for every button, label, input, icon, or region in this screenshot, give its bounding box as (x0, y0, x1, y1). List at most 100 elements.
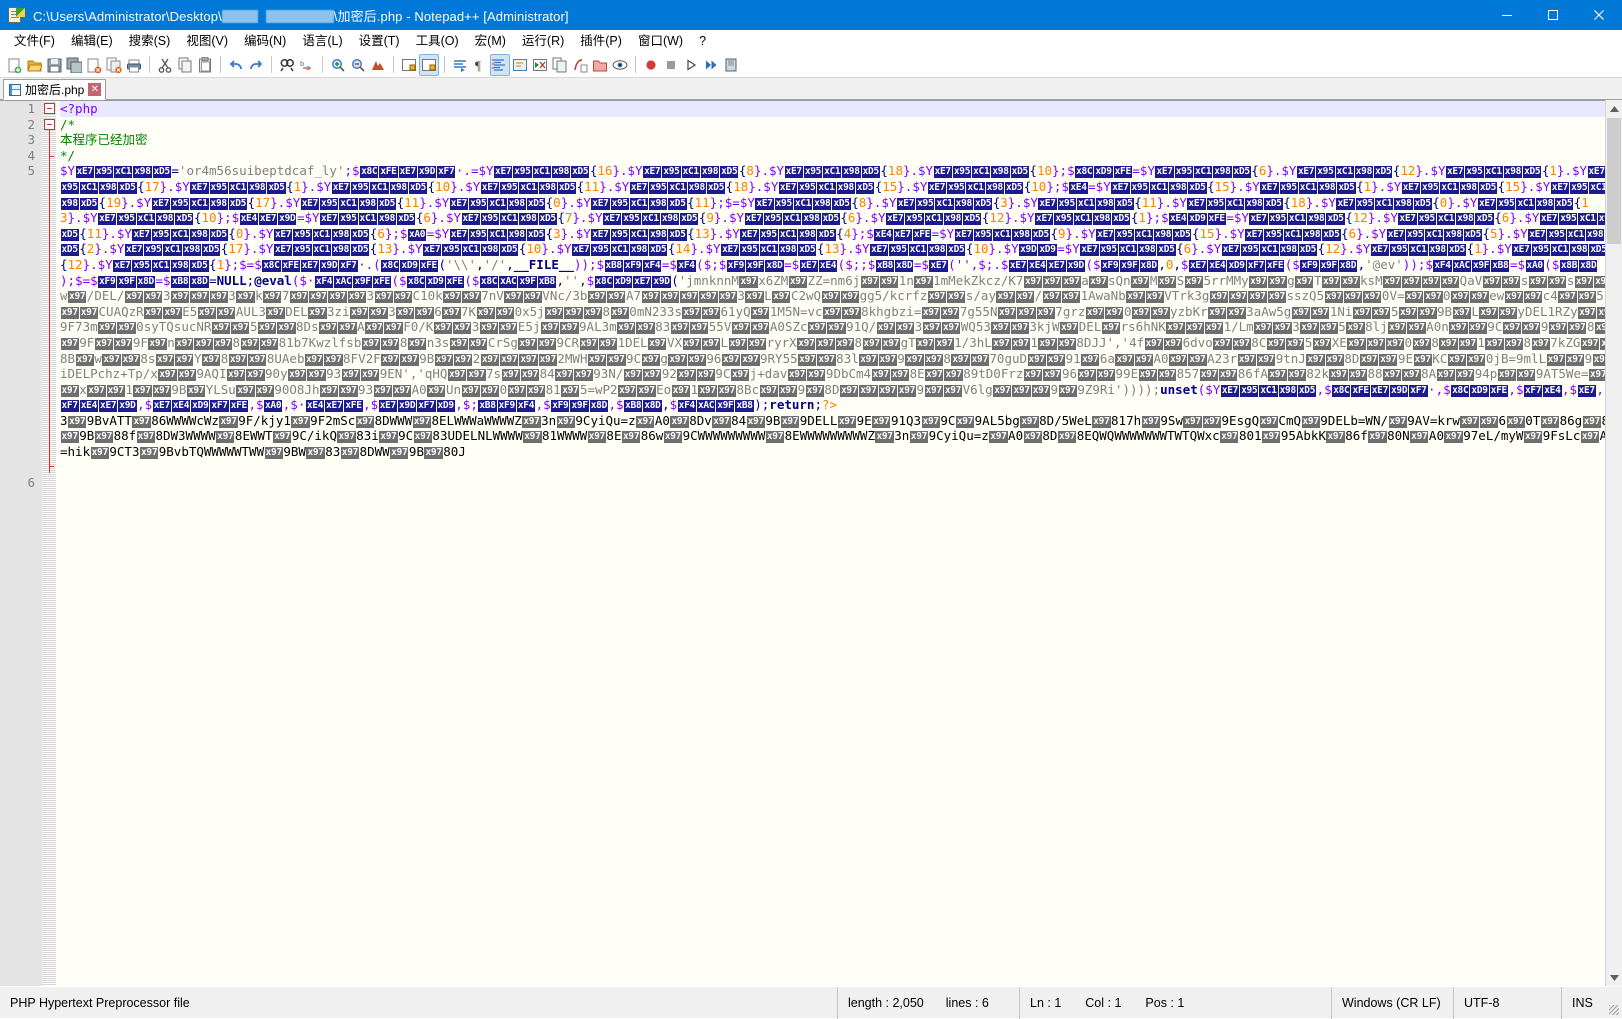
menu-help[interactable]: ? (691, 31, 714, 51)
control-char-box: x97 (413, 416, 431, 428)
control-char-box: x97 (1320, 322, 1338, 334)
zoom-in-icon[interactable] (328, 54, 348, 76)
replace-icon[interactable]: ba (297, 54, 317, 76)
close-file-icon[interactable] (84, 54, 104, 76)
vertical-scrollbar[interactable] (1605, 100, 1622, 986)
close-button[interactable] (1576, 0, 1622, 30)
user-language-icon[interactable] (530, 54, 550, 76)
status-eol-format[interactable]: Windows (CR LF) (1332, 987, 1454, 1019)
find-icon[interactable] (277, 54, 297, 76)
control-char-box: x97 (390, 447, 408, 459)
control-char-box: x97 (95, 338, 113, 350)
control-char-box: xD9 (1470, 385, 1488, 397)
play-macro-icon[interactable] (681, 54, 701, 76)
menu-edit[interactable]: 编辑(E) (63, 31, 121, 51)
code-token: 19 (106, 195, 121, 210)
status-document-type: PHP Hypertext Preprocessor file (0, 987, 838, 1019)
menu-run[interactable]: 运行(R) (514, 31, 572, 51)
doc-map-icon[interactable] (550, 54, 570, 76)
code-line[interactable]: <?php (60, 101, 1622, 117)
record-macro-icon[interactable] (641, 54, 661, 76)
paste-icon[interactable] (195, 54, 215, 76)
zoom-out-icon[interactable] (348, 54, 368, 76)
new-file-icon[interactable] (4, 54, 24, 76)
cut-icon[interactable] (155, 54, 175, 76)
control-char-box: x97 (941, 307, 959, 319)
code-token: }.$Y (989, 241, 1019, 256)
scrollbar-thumb[interactable] (1607, 118, 1621, 244)
code-token: }.$Y (68, 210, 98, 225)
show-all-chars-icon[interactable] (450, 54, 470, 76)
undo-icon[interactable] (226, 54, 246, 76)
print-icon[interactable] (124, 54, 144, 76)
menu-view[interactable]: 视图(V) (178, 31, 236, 51)
minimize-button[interactable] (1484, 0, 1530, 30)
control-char-box: x97 (133, 385, 151, 397)
code-token: }.$Y (839, 241, 869, 256)
menu-plugins[interactable]: 插件(P) (572, 31, 630, 51)
code-line[interactable]: $YxE7x95xC1x98xD5='or4m56suibeptdcaf_ly'… (60, 163, 1622, 413)
code-token: $Y (60, 163, 75, 178)
code-text-area[interactable]: <?php/*本程序已经加密*/$YxE7x95xC1x98xD5='or4m5… (56, 101, 1622, 986)
sync-scroll-icon[interactable] (368, 54, 388, 76)
save-macro-icon[interactable] (721, 54, 741, 76)
menu-macro[interactable]: 宏(M) (467, 31, 514, 51)
show-pilcrow-icon[interactable]: ¶ (470, 54, 490, 76)
code-token: 8 (400, 335, 408, 350)
control-char-box: x97 (836, 338, 854, 350)
menu-language[interactable]: 语言(L) (294, 31, 350, 51)
code-line[interactable]: 本程序已经加密 (60, 132, 1622, 148)
save-all-icon[interactable] (64, 54, 84, 76)
word-wrap-on-icon[interactable] (419, 54, 439, 76)
control-char-box: x98 (1536, 198, 1554, 210)
scroll-up-arrow[interactable] (1606, 100, 1622, 117)
menu-file[interactable]: 文件(F) (6, 31, 63, 51)
menu-settings[interactable]: 设置(T) (351, 31, 408, 51)
code-token: 9BvATT (87, 413, 132, 428)
code-token: 12 (1325, 241, 1340, 256)
show-wrap-symbol-icon[interactable] (510, 54, 530, 76)
maximize-button[interactable] (1530, 0, 1576, 30)
code-token: ,$ (1508, 382, 1523, 397)
close-all-icon[interactable] (104, 54, 124, 76)
scroll-down-arrow[interactable] (1606, 969, 1622, 986)
control-char-box: x97 (1451, 291, 1469, 303)
close-tab-icon[interactable]: ✕ (88, 83, 101, 96)
control-char-box: x97 (153, 385, 171, 397)
menu-tools[interactable]: 工具(O) (408, 31, 467, 51)
code-token: 3 (228, 288, 236, 303)
run-macro-multiple-icon[interactable] (701, 54, 721, 76)
menu-encoding[interactable]: 编码(N) (236, 31, 294, 51)
open-file-icon[interactable] (24, 54, 44, 76)
tab-encrypted-php[interactable]: 加密后.php ✕ (3, 79, 106, 100)
fold-toggle-icon[interactable] (44, 103, 55, 114)
function-list-icon[interactable] (570, 54, 590, 76)
code-token: 13 (695, 226, 710, 241)
save-icon[interactable] (44, 54, 64, 76)
word-wrap-off-icon[interactable] (399, 54, 419, 76)
resize-grip-icon[interactable] (1609, 1005, 1619, 1015)
control-char-box: x97 (607, 354, 625, 366)
code-line[interactable]: /* (60, 117, 1622, 133)
code-token: 88f (114, 428, 137, 443)
control-char-box: xD5 (720, 166, 738, 178)
folder-as-workspace-icon[interactable] (590, 54, 610, 76)
fold-toggle-icon[interactable] (44, 119, 55, 130)
menu-window[interactable]: 窗口(W) (630, 31, 691, 51)
control-char-box: xC1 (935, 198, 953, 210)
control-char-box: x97 (840, 385, 858, 397)
control-char-box: x97 (680, 291, 698, 303)
control-char-box: xF7 (61, 400, 79, 412)
redo-icon[interactable] (246, 54, 266, 76)
status-encoding[interactable]: UTF-8 (1454, 987, 1562, 1019)
code-line[interactable]: 3x979BvATTx9786WWWWcWzx979F/kjy1x979F2mS… (60, 413, 1622, 460)
code-token: }.$Y (1008, 195, 1038, 210)
monitor-icon[interactable] (610, 54, 630, 76)
code-line[interactable]: */ (60, 148, 1622, 164)
show-indent-guide-icon[interactable] (490, 54, 510, 76)
copy-icon[interactable] (175, 54, 195, 76)
code-token: =$Y (1057, 241, 1080, 256)
stop-recording-icon[interactable] (661, 54, 681, 76)
menu-search[interactable]: 搜索(S) (121, 31, 179, 51)
code-folding-margin[interactable] (42, 101, 56, 986)
